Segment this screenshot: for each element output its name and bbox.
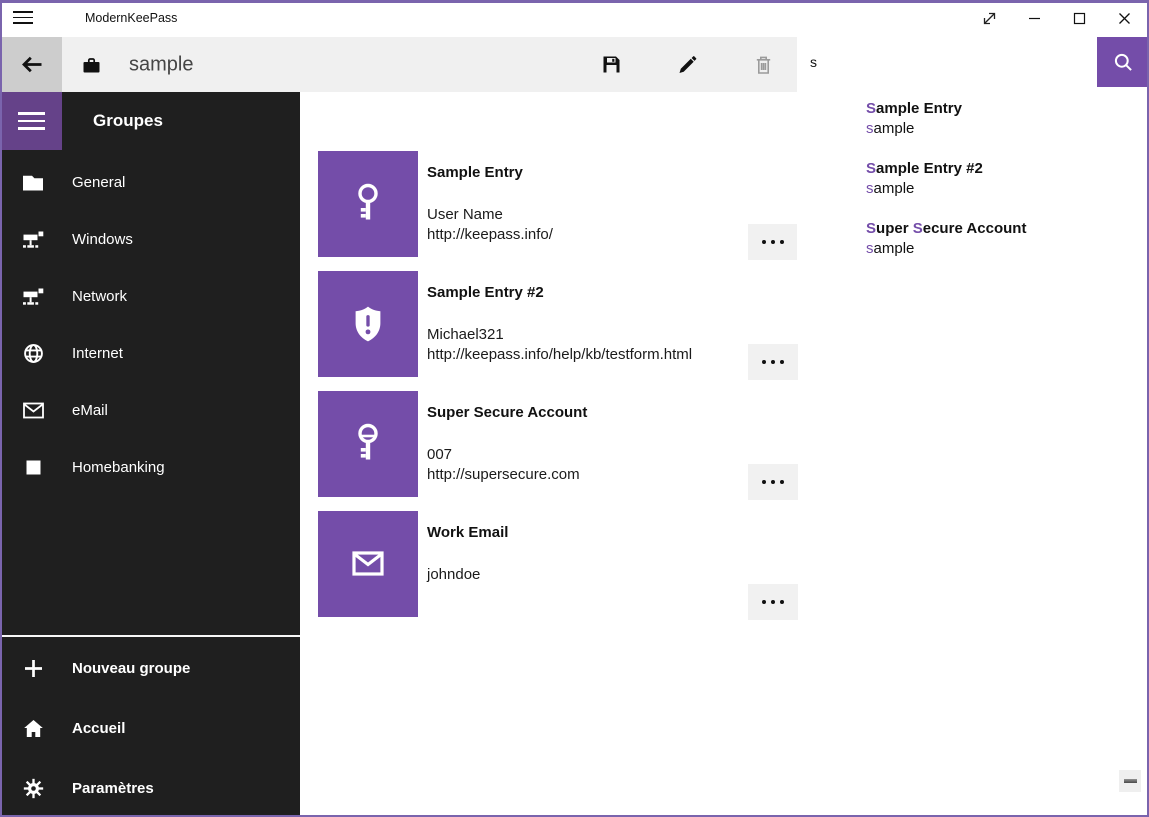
ellipsis-icon <box>762 480 766 484</box>
ellipsis-icon <box>762 360 766 364</box>
ellipsis-icon <box>762 240 766 244</box>
hamburger-icon <box>18 112 45 114</box>
window-controls <box>967 0 1147 37</box>
suggestion-title: Sample Entry #2 <box>866 159 1137 179</box>
more-button[interactable] <box>748 464 798 500</box>
sidebar-separator <box>0 635 300 637</box>
close-icon <box>1116 10 1133 27</box>
shield-alert-icon <box>347 303 389 345</box>
back-button[interactable] <box>0 37 62 92</box>
sidebar-actions: Nouveau groupe Accueil Paramètres <box>0 638 300 817</box>
entry-row[interactable]: Super Secure Account 007 http://supersec… <box>318 391 798 497</box>
sidebar-heading: Groupes <box>93 92 163 150</box>
sidebar: Groupes General Windows Network <box>0 92 300 817</box>
entry-tile <box>318 511 418 617</box>
ellipsis-icon <box>762 600 766 604</box>
minimize-icon <box>1026 10 1043 27</box>
entry-title: Sample Entry #2 <box>427 283 742 303</box>
sidebar-item-homebanking[interactable]: Homebanking <box>0 439 300 496</box>
folder-icon <box>21 173 45 192</box>
network-device-icon <box>21 288 45 306</box>
back-arrow-icon <box>18 51 45 78</box>
window-title: ModernKeePass <box>85 0 177 37</box>
fullscreen-button[interactable] <box>967 0 1012 37</box>
minimize-button[interactable] <box>1012 0 1057 37</box>
suggestion-item[interactable]: Sample Entry sample <box>866 99 1137 139</box>
suggestion-title: Sample Entry <box>866 99 1137 119</box>
sidebar-item-new-group[interactable]: Nouveau groupe <box>0 638 300 698</box>
menu-icon[interactable] <box>13 11 33 24</box>
plus-icon <box>21 658 45 679</box>
sidebar-item-home[interactable]: Accueil <box>0 698 300 758</box>
globe-icon <box>21 343 45 364</box>
suggestion-subtitle: sample <box>866 119 1137 139</box>
envelope-icon <box>21 402 45 419</box>
close-button[interactable] <box>1102 0 1147 37</box>
entry-title: Work Email <box>427 523 742 543</box>
search-input[interactable] <box>797 37 1097 87</box>
app-window: ModernKeePass sample <box>0 0 1149 817</box>
sidebar-item-general[interactable]: General <box>0 154 300 211</box>
sidebar-item-windows[interactable]: Windows <box>0 211 300 268</box>
sidebar-item-email[interactable]: eMail <box>0 382 300 439</box>
entry-username: User Name <box>427 205 742 225</box>
suggestion-subtitle: sample <box>866 239 1137 259</box>
suggestion-title: Super Secure Account <box>866 219 1137 239</box>
group-list: General Windows Network Internet <box>0 154 300 496</box>
suggestion-item[interactable]: Sample Entry #2 sample <box>866 159 1137 199</box>
search-suggestions: Sample Entry sample Sample Entry #2 samp… <box>797 87 1147 295</box>
entry-tile <box>318 151 418 257</box>
briefcase-icon <box>82 56 101 74</box>
app-bar: sample <box>0 37 1149 92</box>
entry-url: http://keepass.info/help/kb/testform.htm… <box>427 345 742 365</box>
edit-button[interactable] <box>663 37 711 92</box>
entry-row[interactable]: Work Email johndoe <box>318 511 798 617</box>
home-icon <box>21 719 45 738</box>
fullscreen-icon <box>981 10 998 27</box>
sidebar-item-network[interactable]: Network <box>0 268 300 325</box>
sidebar-item-settings[interactable]: Paramètres <box>0 758 300 817</box>
pencil-icon <box>677 54 698 75</box>
entry-username: johndoe <box>427 565 742 585</box>
suggestion-item[interactable]: Super Secure Account sample <box>866 219 1137 259</box>
maximize-button[interactable] <box>1057 0 1102 37</box>
sidebar-item-internet[interactable]: Internet <box>0 325 300 382</box>
key-icon <box>346 421 390 467</box>
entry-username: Michael321 <box>427 325 742 345</box>
gear-icon <box>21 778 45 799</box>
save-button[interactable] <box>587 37 635 92</box>
search-box <box>797 37 1097 87</box>
entry-url: http://supersecure.com <box>427 465 742 485</box>
trash-icon <box>753 54 774 75</box>
entry-list: Sample Entry User Name http://keepass.in… <box>318 151 798 631</box>
title-bar: ModernKeePass <box>0 0 1149 37</box>
minus-icon <box>1124 779 1137 783</box>
maximize-icon <box>1071 10 1088 27</box>
search-button[interactable] <box>1097 37 1149 87</box>
more-button[interactable] <box>748 344 798 380</box>
square-icon <box>21 460 45 475</box>
suggestion-subtitle: sample <box>866 179 1137 199</box>
entry-row[interactable]: Sample Entry #2 Michael321 http://keepas… <box>318 271 798 377</box>
entry-username: 007 <box>427 445 742 465</box>
entry-title: Sample Entry <box>427 163 742 183</box>
hamburger-button[interactable] <box>0 92 62 150</box>
entry-tile <box>318 391 418 497</box>
entry-tile <box>318 271 418 377</box>
entry-row[interactable]: Sample Entry User Name http://keepass.in… <box>318 151 798 257</box>
more-button[interactable] <box>748 584 798 620</box>
more-button[interactable] <box>748 224 798 260</box>
entry-title: Super Secure Account <box>427 403 742 423</box>
delete-button[interactable] <box>739 37 787 92</box>
mail-icon <box>347 546 389 582</box>
zoom-out-button[interactable] <box>1119 770 1141 792</box>
entry-url: http://keepass.info/ <box>427 225 742 245</box>
network-device-icon <box>21 231 45 249</box>
appbar-actions <box>587 37 787 92</box>
magnifier-icon <box>1112 51 1135 74</box>
database-title: sample <box>129 53 193 76</box>
save-icon <box>601 54 622 75</box>
key-icon <box>346 181 390 227</box>
